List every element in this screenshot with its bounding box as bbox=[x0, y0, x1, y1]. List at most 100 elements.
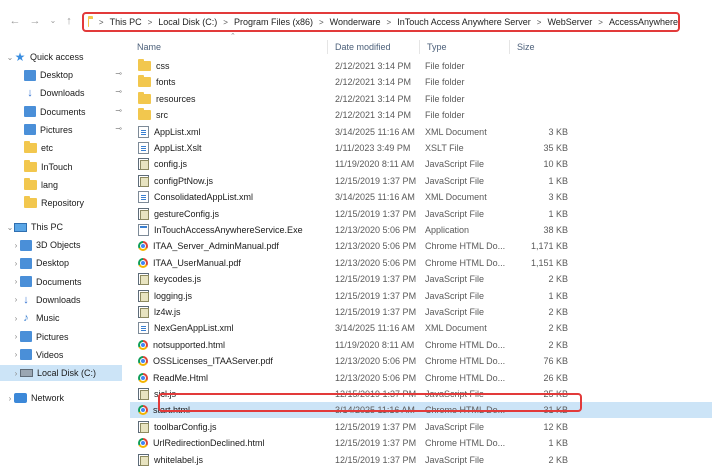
file-name-cell[interactable]: config.js bbox=[138, 156, 328, 172]
column-header-size[interactable]: Size bbox=[510, 40, 570, 54]
back-arrow-icon[interactable]: ← bbox=[8, 14, 22, 28]
file-name-cell[interactable]: AppList.xml bbox=[138, 124, 328, 140]
file-row[interactable]: ConsolidatedAppList.xml 3/14/2025 11:16 A… bbox=[130, 189, 712, 205]
sidebar-item[interactable]: Repository bbox=[0, 195, 122, 211]
file-row[interactable]: NexGenAppList.xml 3/14/2025 11:16 AM XML D… bbox=[130, 320, 712, 336]
chevron-right-icon[interactable]: > bbox=[319, 18, 324, 27]
breadcrumb-item[interactable]: WebServer bbox=[547, 17, 592, 27]
chevron-right-icon[interactable]: > bbox=[223, 18, 228, 27]
file-row[interactable]: UrlRedirectionDeclined.html 12/15/2019 1:… bbox=[130, 435, 712, 451]
sidebar-item[interactable]: InTouch bbox=[0, 159, 122, 175]
chevron-down-icon[interactable]: ⌄ bbox=[46, 14, 60, 28]
file-row[interactable]: src 2/12/2021 3:14 PM File folder bbox=[130, 107, 712, 123]
file-name-cell[interactable]: ITAA_UserManual.pdf bbox=[138, 255, 328, 271]
sidebar-item[interactable]: › 3D Objects bbox=[0, 237, 122, 253]
breadcrumb-item[interactable]: Program Files (x86) bbox=[234, 17, 313, 27]
file-name-cell[interactable]: NexGenAppList.xml bbox=[138, 320, 328, 336]
file-row[interactable]: ReadMe.Html 12/13/2020 5:06 PM Chrome HTML… bbox=[130, 370, 712, 386]
file-name-cell[interactable]: src bbox=[138, 107, 328, 123]
sidebar-item[interactable]: lang bbox=[0, 177, 122, 193]
file-row[interactable]: ITAA_Server_AdminManual.pdf 12/13/2020 5:… bbox=[130, 238, 712, 254]
file-name-cell[interactable]: OSSLicenses_ITAAServer.pdf bbox=[138, 353, 328, 369]
file-row[interactable]: notsupported.html 11/19/2020 8:11 AM Chrom… bbox=[130, 337, 712, 353]
file-name-cell[interactable]: notsupported.html bbox=[138, 337, 328, 353]
chevron-right-icon[interactable]: › bbox=[12, 350, 20, 359]
file-name-cell[interactable]: fonts bbox=[138, 74, 328, 90]
file-name-cell[interactable]: ITAA_Server_AdminManual.pdf bbox=[138, 238, 328, 254]
sidebar-item[interactable]: › Documents bbox=[0, 274, 122, 290]
file-name-cell[interactable]: toolbarConfig.js bbox=[138, 419, 328, 435]
file-name-cell[interactable]: configPtNow.js bbox=[138, 173, 328, 189]
file-name-cell[interactable]: UrlRedirectionDeclined.html bbox=[138, 435, 328, 451]
file-row[interactable]: lz4w.js 12/15/2019 1:37 PM JavaScript File… bbox=[130, 304, 712, 320]
breadcrumb-item[interactable]: This PC bbox=[110, 17, 142, 27]
file-row[interactable]: config.js 11/19/2020 8:11 AM JavaScript Fi… bbox=[130, 156, 712, 172]
file-row[interactable]: css 2/12/2021 3:14 PM File folder bbox=[130, 58, 712, 74]
sidebar-item[interactable]: › Local Disk (C:) bbox=[0, 365, 122, 382]
sidebar-item[interactable]: › Pictures bbox=[0, 329, 122, 345]
sidebar-item[interactable]: Documents ⊸ bbox=[0, 104, 122, 120]
file-name-cell[interactable]: ReadMe.Html bbox=[138, 370, 328, 386]
sidebar-item-quick-access[interactable]: ⌄ ★ Quick access bbox=[0, 49, 84, 65]
chevron-right-icon[interactable]: > bbox=[387, 18, 392, 27]
file-row[interactable]: resources 2/12/2021 3:14 PM File folder bbox=[130, 91, 712, 107]
file-row[interactable]: InTouchAccessAnywhereService.Exe 12/13/20… bbox=[130, 222, 712, 238]
file-name-cell[interactable]: lz4w.js bbox=[138, 304, 328, 320]
chevron-right-icon[interactable]: › bbox=[12, 369, 20, 378]
file-name-cell[interactable]: whitelabel.js bbox=[138, 452, 328, 468]
chevron-right-icon[interactable]: > bbox=[99, 18, 104, 27]
chevron-right-icon[interactable]: > bbox=[598, 18, 603, 27]
file-row[interactable]: whitelabel.js 12/15/2019 1:37 PM JavaScrip… bbox=[130, 452, 712, 468]
file-row[interactable]: AppList.Xslt 1/11/2023 3:49 PM XSLT File 35… bbox=[130, 140, 712, 156]
chevron-right-icon[interactable]: › bbox=[12, 241, 20, 250]
chevron-right-icon[interactable]: › bbox=[12, 259, 20, 268]
breadcrumb-item[interactable]: InTouch Access Anywhere Server bbox=[397, 17, 531, 27]
file-name-cell[interactable]: gestureConfig.js bbox=[138, 206, 328, 222]
file-name-cell[interactable]: ConsolidatedAppList.xml bbox=[138, 189, 328, 205]
chevron-right-icon[interactable]: > bbox=[537, 18, 542, 27]
file-row[interactable]: keycodes.js 12/15/2019 1:37 PM JavaScript … bbox=[130, 271, 712, 287]
sidebar-item[interactable]: Pictures ⊸ bbox=[0, 122, 122, 138]
address-bar[interactable]: > This PC > Local Disk (C:) > Program Files (… bbox=[82, 12, 680, 32]
sidebar-item[interactable]: › Desktop bbox=[0, 255, 122, 271]
sidebar-item[interactable]: ↓ Downloads ⊸ bbox=[0, 85, 122, 101]
chevron-right-icon[interactable]: › bbox=[6, 394, 14, 403]
chevron-right-icon[interactable]: › bbox=[12, 332, 20, 341]
file-row[interactable]: configPtNow.js 12/15/2019 1:37 PM JavaScri… bbox=[130, 173, 712, 189]
sidebar-item[interactable]: › ↓ Downloads bbox=[0, 292, 122, 308]
sidebar-item[interactable]: › ♪ Music bbox=[0, 310, 122, 326]
column-header-date[interactable]: Date modified bbox=[328, 40, 420, 54]
file-row[interactable]: AppList.xml 3/14/2025 11:16 AM XML Documen… bbox=[130, 124, 712, 140]
up-arrow-icon[interactable]: ↑ bbox=[62, 14, 76, 28]
file-name-cell[interactable]: css bbox=[138, 58, 328, 74]
column-header-name[interactable]: Name bbox=[130, 40, 328, 54]
file-row[interactable]: fonts 2/12/2021 3:14 PM File folder bbox=[130, 74, 712, 90]
chevron-right-icon[interactable]: > bbox=[148, 18, 153, 27]
file-row[interactable]: OSSLicenses_ITAAServer.pdf 12/13/2020 5:0… bbox=[130, 353, 712, 369]
chevron-down-icon[interactable]: ⌄ bbox=[6, 223, 14, 232]
file-name-cell[interactable]: keycodes.js bbox=[138, 271, 328, 287]
chevron-right-icon[interactable]: › bbox=[12, 277, 20, 286]
file-row[interactable]: logging.js 12/15/2019 1:37 PM JavaScript F… bbox=[130, 288, 712, 304]
column-header-type[interactable]: Type bbox=[420, 40, 510, 54]
chevron-right-icon[interactable]: › bbox=[12, 314, 20, 323]
breadcrumb-item[interactable]: Local Disk (C:) bbox=[158, 17, 217, 27]
file-name: ReadMe.Html bbox=[153, 372, 209, 383]
sidebar-item-network[interactable]: › Network bbox=[0, 390, 64, 406]
file-name-cell[interactable]: AppList.Xslt bbox=[138, 140, 328, 156]
sidebar-item-this-pc[interactable]: ⌄ This PC bbox=[0, 219, 63, 235]
chevron-down-icon[interactable]: ⌄ bbox=[6, 53, 14, 62]
sidebar-item[interactable]: Desktop ⊸ bbox=[0, 67, 122, 83]
chevron-right-icon[interactable]: › bbox=[12, 295, 20, 304]
breadcrumb-item[interactable]: Wonderware bbox=[330, 17, 381, 27]
file-name-cell[interactable]: logging.js bbox=[138, 288, 328, 304]
sidebar-item[interactable]: etc bbox=[0, 140, 122, 156]
sidebar-item[interactable]: › Videos bbox=[0, 347, 122, 363]
file-name-cell[interactable]: InTouchAccessAnywhereService.Exe bbox=[138, 222, 328, 238]
breadcrumb-item[interactable]: AccessAnywhere bbox=[609, 17, 678, 27]
file-row[interactable]: gestureConfig.js 12/15/2019 1:37 PM JavaSc… bbox=[130, 206, 712, 222]
file-row[interactable]: toolbarConfig.js 12/15/2019 1:37 PM JavaSc… bbox=[130, 419, 712, 435]
forward-arrow-icon[interactable]: → bbox=[28, 14, 42, 28]
file-row[interactable]: ITAA_UserManual.pdf 12/13/2020 5:06 PM Chr… bbox=[130, 255, 712, 271]
file-name-cell[interactable]: resources bbox=[138, 91, 328, 107]
